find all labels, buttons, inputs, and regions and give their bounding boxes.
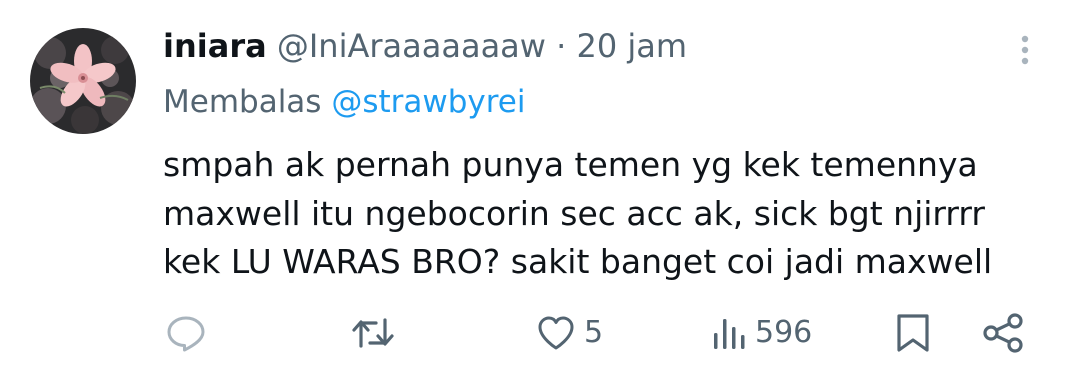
tweet-text-line: smpah ak pernah punya temen yg kek temen… xyxy=(163,145,978,184)
share-button[interactable] xyxy=(980,310,1026,356)
tweet-text: smpah ak pernah punya temen yg kek temen… xyxy=(163,141,1063,287)
reply-icon xyxy=(167,316,205,352)
avatar-flower-image xyxy=(30,28,136,134)
replying-prefix: Membalas xyxy=(163,84,322,120)
bookmark-button[interactable] xyxy=(893,310,933,356)
retweet-button[interactable] xyxy=(350,310,396,356)
reply-button[interactable] xyxy=(165,310,207,356)
more-options-icon[interactable] xyxy=(1010,30,1040,70)
user-handle[interactable]: @IniAraaaaaaaw xyxy=(277,27,546,65)
retweet-icon xyxy=(352,318,394,348)
like-button[interactable]: 5 xyxy=(536,310,603,356)
tweet-text-line: maxwell itu ngebocorin sec acc ak, sick … xyxy=(163,193,985,233)
views-button[interactable]: 596 xyxy=(711,310,812,356)
views-icon xyxy=(714,319,745,349)
separator-dot: · xyxy=(556,27,567,65)
timestamp[interactable]: 20 jam xyxy=(576,27,687,65)
tweet-text-line: kek LU WARAS BRO? sakit banget coi jadi … xyxy=(163,242,993,281)
tweet-header: iniara @IniAraaaaaaaw · 20 jam xyxy=(163,26,687,66)
heart-icon xyxy=(538,316,574,350)
replying-to: Membalas @strawbyrei xyxy=(163,82,526,122)
like-count: 5 xyxy=(584,315,604,350)
avatar[interactable] xyxy=(30,28,136,134)
display-name[interactable]: iniara xyxy=(163,27,267,65)
bookmark-icon xyxy=(897,314,929,352)
share-icon xyxy=(983,313,1023,353)
replying-mention-link[interactable]: @strawbyrei xyxy=(331,84,525,120)
view-count: 596 xyxy=(755,315,813,350)
